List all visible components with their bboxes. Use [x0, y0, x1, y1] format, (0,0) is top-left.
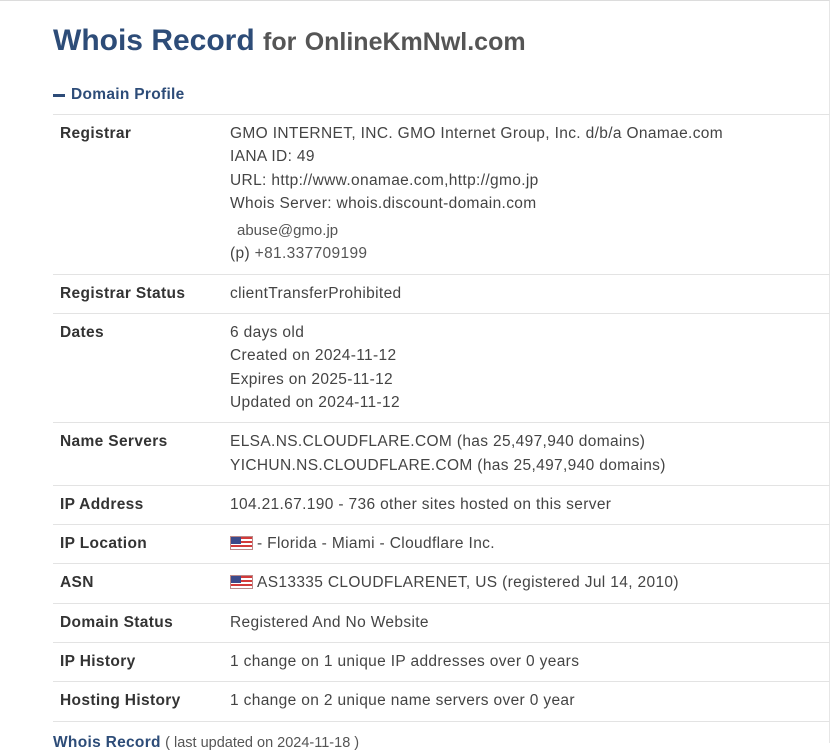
domain-profile-label: Domain Profile [71, 86, 185, 103]
minus-icon [53, 93, 65, 97]
page-title-for: for [263, 28, 297, 56]
row-value-registrar: GMO INTERNET, INC. GMO Internet Group, I… [229, 114, 830, 275]
row-key: Registrar [53, 114, 229, 275]
page-container: Whois Record for OnlineKmNwl.com Domain … [0, 1, 830, 752]
name-server-2: YICHUN.NS.CLOUDFLARE.COM (has 25,497,940… [230, 456, 666, 474]
updated-date: Updated on 2024-11-12 [230, 393, 400, 411]
page-title-domain: OnlineKmNwl.com [304, 28, 526, 56]
domain-age: 6 days old [230, 324, 305, 342]
row-key: Hosting History [53, 681, 229, 722]
table-row-ip-location: IP Location - Florida - Miami - Cloudfla… [53, 524, 830, 565]
registrar-whois-server: Whois Server: whois.discount-domain.com [230, 194, 537, 212]
table-row-hosting-history: Hosting History 1 change on 2 unique nam… [53, 681, 830, 722]
registrar-iana: IANA ID: 49 [230, 148, 315, 166]
table-row-domain-status: Domain Status Registered And No Website [53, 603, 830, 644]
whois-record-link[interactable]: Whois Record [53, 734, 161, 751]
registrar-url: URL: http://www.onamae.com,http://gmo.jp [230, 171, 539, 189]
asn-text: AS13335 CLOUDFLARENET, US (registered Ju… [257, 574, 679, 592]
domain-profile-table: Registrar GMO INTERNET, INC. GMO Interne… [53, 114, 830, 722]
row-key: IP Location [53, 524, 229, 565]
row-key: IP History [53, 642, 229, 683]
phone-prefix: (p) [230, 245, 250, 263]
row-key: Domain Status [53, 603, 229, 644]
page-title-main: Whois Record [53, 24, 255, 57]
ip-location-text: - Florida - Miami - Cloudflare Inc. [257, 535, 495, 553]
registrar-phone: (p) +81.337709199 [230, 242, 829, 265]
row-key: Registrar Status [53, 274, 229, 315]
row-value: clientTransferProhibited [229, 274, 830, 315]
row-key: Name Servers [53, 422, 229, 486]
table-row-ip-history: IP History 1 change on 1 unique IP addre… [53, 642, 830, 683]
registrar-name: GMO INTERNET, INC. GMO Internet Group, I… [230, 125, 724, 142]
domain-profile-toggle[interactable]: Domain Profile [53, 86, 829, 104]
name-server-1: ELSA.NS.CLOUDFLARE.COM (has 25,497,940 d… [230, 433, 646, 451]
table-row-name-servers: Name Servers ELSA.NS.CLOUDFLARE.COM (has… [53, 422, 830, 486]
row-value: 1 change on 2 unique name servers over 0… [229, 681, 830, 722]
us-flag-icon [230, 536, 253, 551]
row-value: Registered And No Website [229, 603, 830, 644]
row-value: 104.21.67.190 - 736 other sites hosted o… [229, 485, 830, 526]
row-key: ASN [53, 563, 229, 604]
row-value-asn: AS13335 CLOUDFLARENET, US (registered Ju… [229, 563, 830, 604]
table-row-asn: ASN AS13335 CLOUDFLARENET, US (registere… [53, 563, 830, 604]
expires-date: Expires on 2025-11-12 [230, 370, 394, 388]
table-row-dates: Dates 6 days old Created on 2024-11-12 E… [53, 313, 830, 424]
table-row-ip-address: IP Address 104.21.67.190 - 736 other sit… [53, 485, 830, 526]
created-date: Created on 2024-11-12 [230, 347, 397, 365]
phone-number: +81.337709199 [254, 245, 368, 263]
row-key: IP Address [53, 485, 229, 526]
table-row-registrar-status: Registrar Status clientTransferProhibite… [53, 274, 830, 315]
us-flag-icon [230, 575, 253, 590]
table-row-registrar: Registrar GMO INTERNET, INC. GMO Interne… [53, 114, 830, 275]
page-title: Whois Record for OnlineKmNwl.com [53, 23, 829, 60]
registrar-abuse-email: abuse@gmo.jp [237, 222, 339, 240]
row-value-name-servers: ELSA.NS.CLOUDFLARE.COM (has 25,497,940 d… [229, 422, 830, 486]
row-key: Dates [53, 313, 229, 424]
row-value-ip-location: - Florida - Miami - Cloudflare Inc. [229, 524, 830, 565]
row-value: 1 change on 1 unique IP addresses over 0… [229, 642, 830, 683]
row-value-dates: 6 days old Created on 2024-11-12 Expires… [229, 313, 830, 424]
